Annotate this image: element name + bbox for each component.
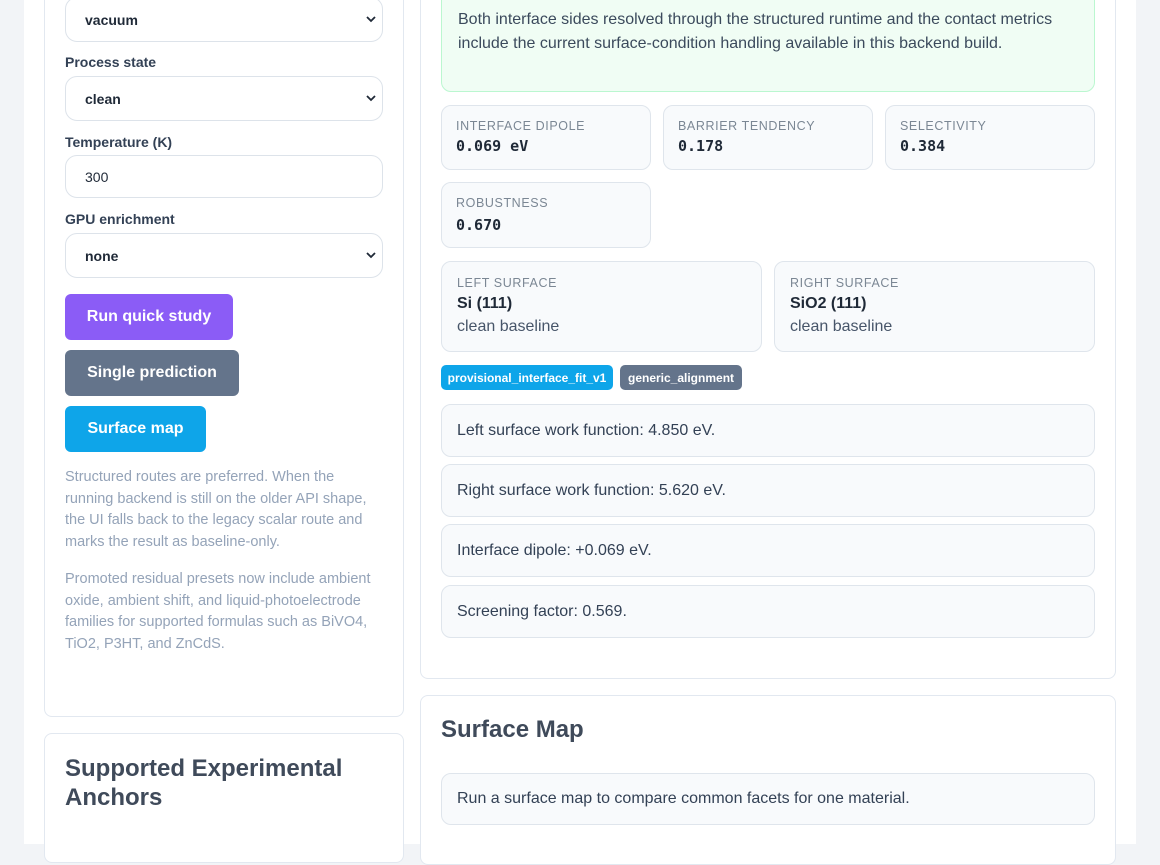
success-banner-text: Both interface sides resolved through th… <box>458 11 1053 52</box>
right-surface-state: clean baseline <box>790 318 893 335</box>
run-quick-study-button[interactable]: Run quick study <box>65 294 233 340</box>
right-surface-card: RIGHT SURFACE SiO2 (111) clean baseline <box>774 261 1095 352</box>
metric-label: INTERFACE DIPOLE <box>456 119 586 133</box>
gpu-enrichment-value: none <box>85 247 119 264</box>
chevron-down-icon <box>366 15 376 22</box>
surface-map-empty-state: Run a surface map to compare common face… <box>441 773 1095 825</box>
left-surface-name: Si (111) <box>457 295 513 312</box>
detail-right-work-function: Right surface work function: 5.620 eV. <box>441 464 1095 517</box>
metric-value: 0.069 eV <box>456 137 529 155</box>
process-state-label: Process state <box>65 54 157 70</box>
surface-map-title: Surface Map <box>441 716 584 743</box>
metric-label: ROBUSTNESS <box>456 196 549 210</box>
gpu-enrichment-select[interactable]: none <box>65 233 383 278</box>
routes-note: Structured routes are preferred. When th… <box>65 469 367 550</box>
single-prediction-button[interactable]: Single prediction <box>65 350 239 396</box>
metric-value: 0.670 <box>456 216 502 234</box>
left-surface-card: LEFT SURFACE Si (111) clean baseline <box>441 261 762 352</box>
process-state-select[interactable]: clean <box>65 76 383 121</box>
environment-select-value: vacuum <box>85 11 138 28</box>
metric-label: BARRIER TENDENCY <box>678 119 816 133</box>
left-surface-state: clean baseline <box>457 318 560 335</box>
chevron-down-icon <box>366 251 376 258</box>
surface-map-button[interactable]: Surface map <box>65 406 206 452</box>
metric-interface-dipole: INTERFACE DIPOLE 0.069 eV <box>441 105 651 170</box>
detail-left-work-function: Left surface work function: 4.850 eV. <box>441 404 1095 457</box>
temperature-value: 300 <box>85 168 109 185</box>
left-surface-label: LEFT SURFACE <box>457 276 558 290</box>
anchors-card-title: Supported Experimental Anchors <box>65 755 343 811</box>
metric-label: SELECTIVITY <box>900 119 987 133</box>
detail-interface-dipole: Interface dipole: +0.069 eV. <box>441 524 1095 577</box>
temperature-label: Temperature (K) <box>65 134 173 150</box>
metric-robustness: ROBUSTNESS 0.670 <box>441 182 651 248</box>
metric-value: 0.384 <box>900 137 946 155</box>
right-surface-name: SiO2 (111) <box>790 295 867 312</box>
model-tag: provisional_interface_fit_v1 <box>441 365 613 390</box>
alignment-tag: generic_alignment <box>620 365 742 390</box>
presets-note: Promoted residual presets now include am… <box>65 571 371 652</box>
success-banner: Both interface sides resolved through th… <box>441 0 1095 92</box>
detail-screening-factor: Screening factor: 0.569. <box>441 585 1095 638</box>
temperature-input[interactable]: 300 <box>65 155 383 198</box>
gpu-enrichment-label: GPU enrichment <box>65 211 175 227</box>
metric-value: 0.178 <box>678 137 724 155</box>
right-surface-label: RIGHT SURFACE <box>790 276 899 290</box>
metric-barrier-tendency: BARRIER TENDENCY 0.178 <box>663 105 873 170</box>
metric-selectivity: SELECTIVITY 0.384 <box>885 105 1095 170</box>
environment-select[interactable]: vacuum <box>65 0 383 42</box>
process-state-value: clean <box>85 90 121 107</box>
chevron-down-icon <box>366 94 376 101</box>
